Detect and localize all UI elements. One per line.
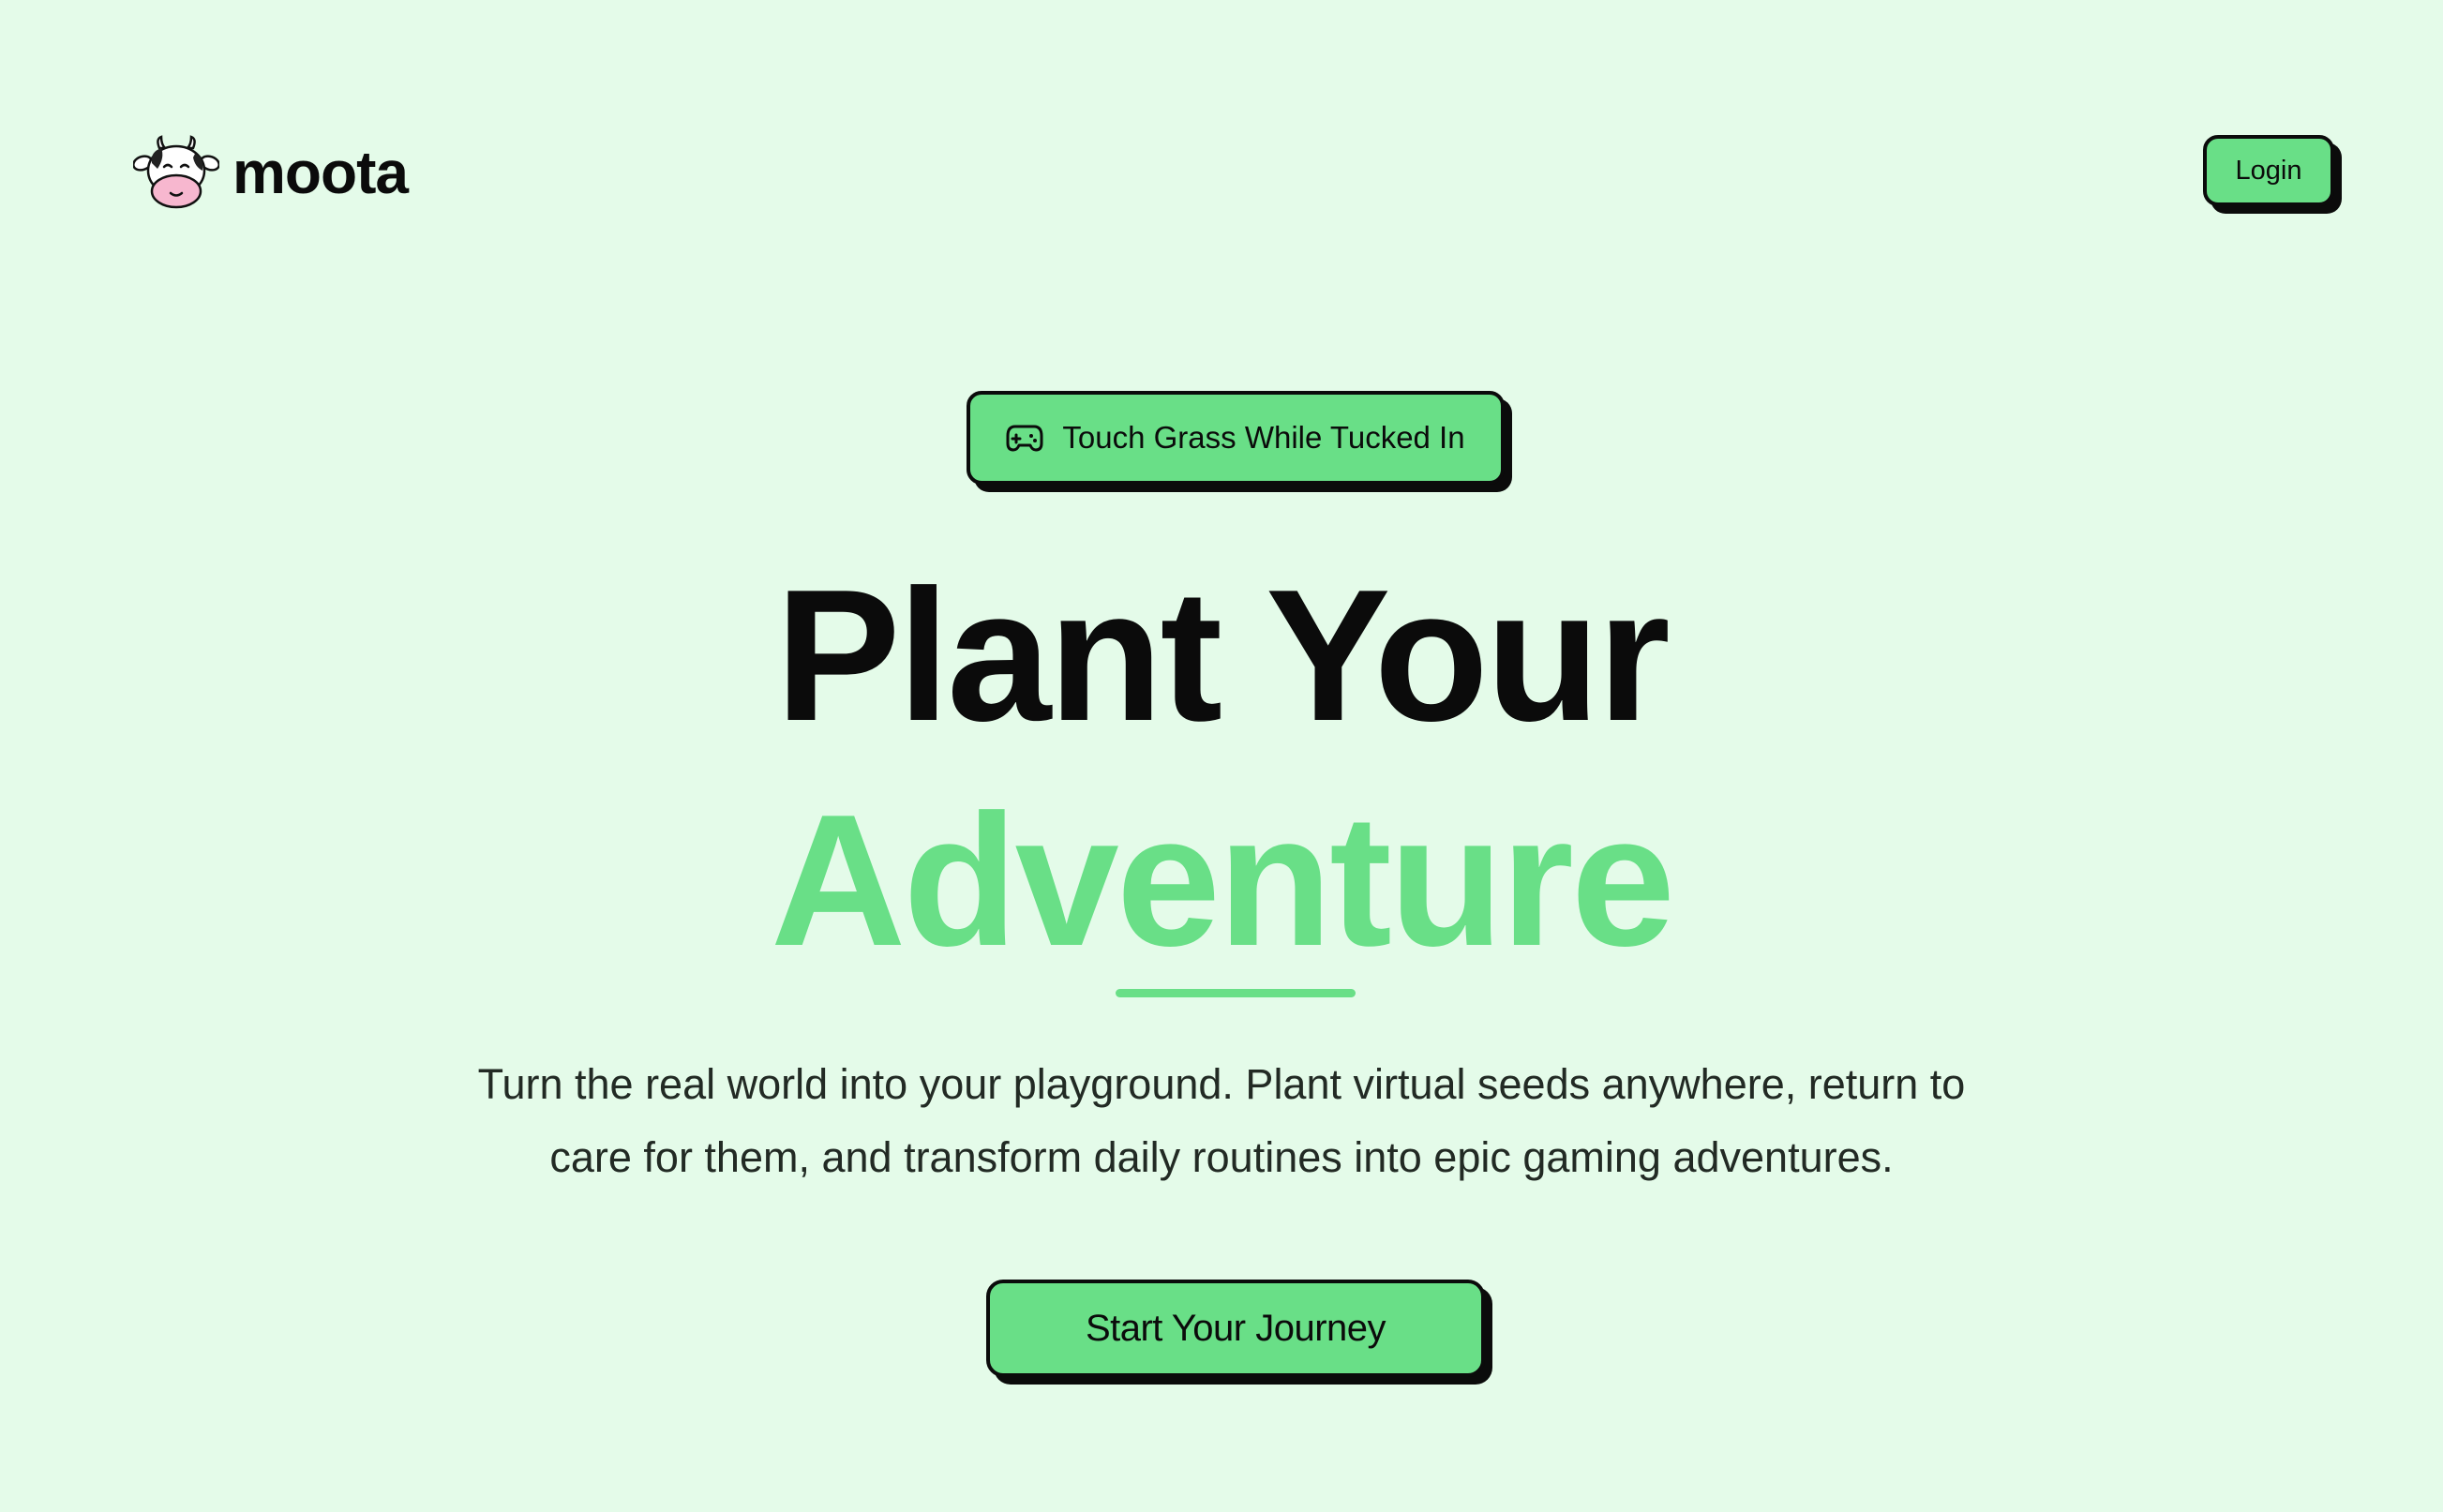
tagline-text: Touch Grass While Tucked In xyxy=(1062,420,1465,455)
login-button[interactable]: Login xyxy=(2203,135,2334,206)
brand-name: moota xyxy=(232,139,409,206)
tagline-badge: Touch Grass While Tucked In xyxy=(967,391,1505,485)
headline-primary: Plant Your xyxy=(775,551,1671,760)
subtitle-line-1: Turn the real world into your playground… xyxy=(477,1060,1966,1108)
gamepad-icon xyxy=(1006,425,1043,452)
subtitle-line-2: care for them, and transform daily routi… xyxy=(549,1133,1894,1181)
brand-logo[interactable]: moota xyxy=(133,135,409,210)
cow-face-icon xyxy=(133,135,219,209)
start-journey-button[interactable]: Start Your Journey xyxy=(986,1280,1485,1377)
headline-underline xyxy=(1116,989,1356,997)
headline-accent: Adventure xyxy=(770,776,1675,985)
hero-subtitle: Turn the real world into your playground… xyxy=(0,1048,2443,1194)
